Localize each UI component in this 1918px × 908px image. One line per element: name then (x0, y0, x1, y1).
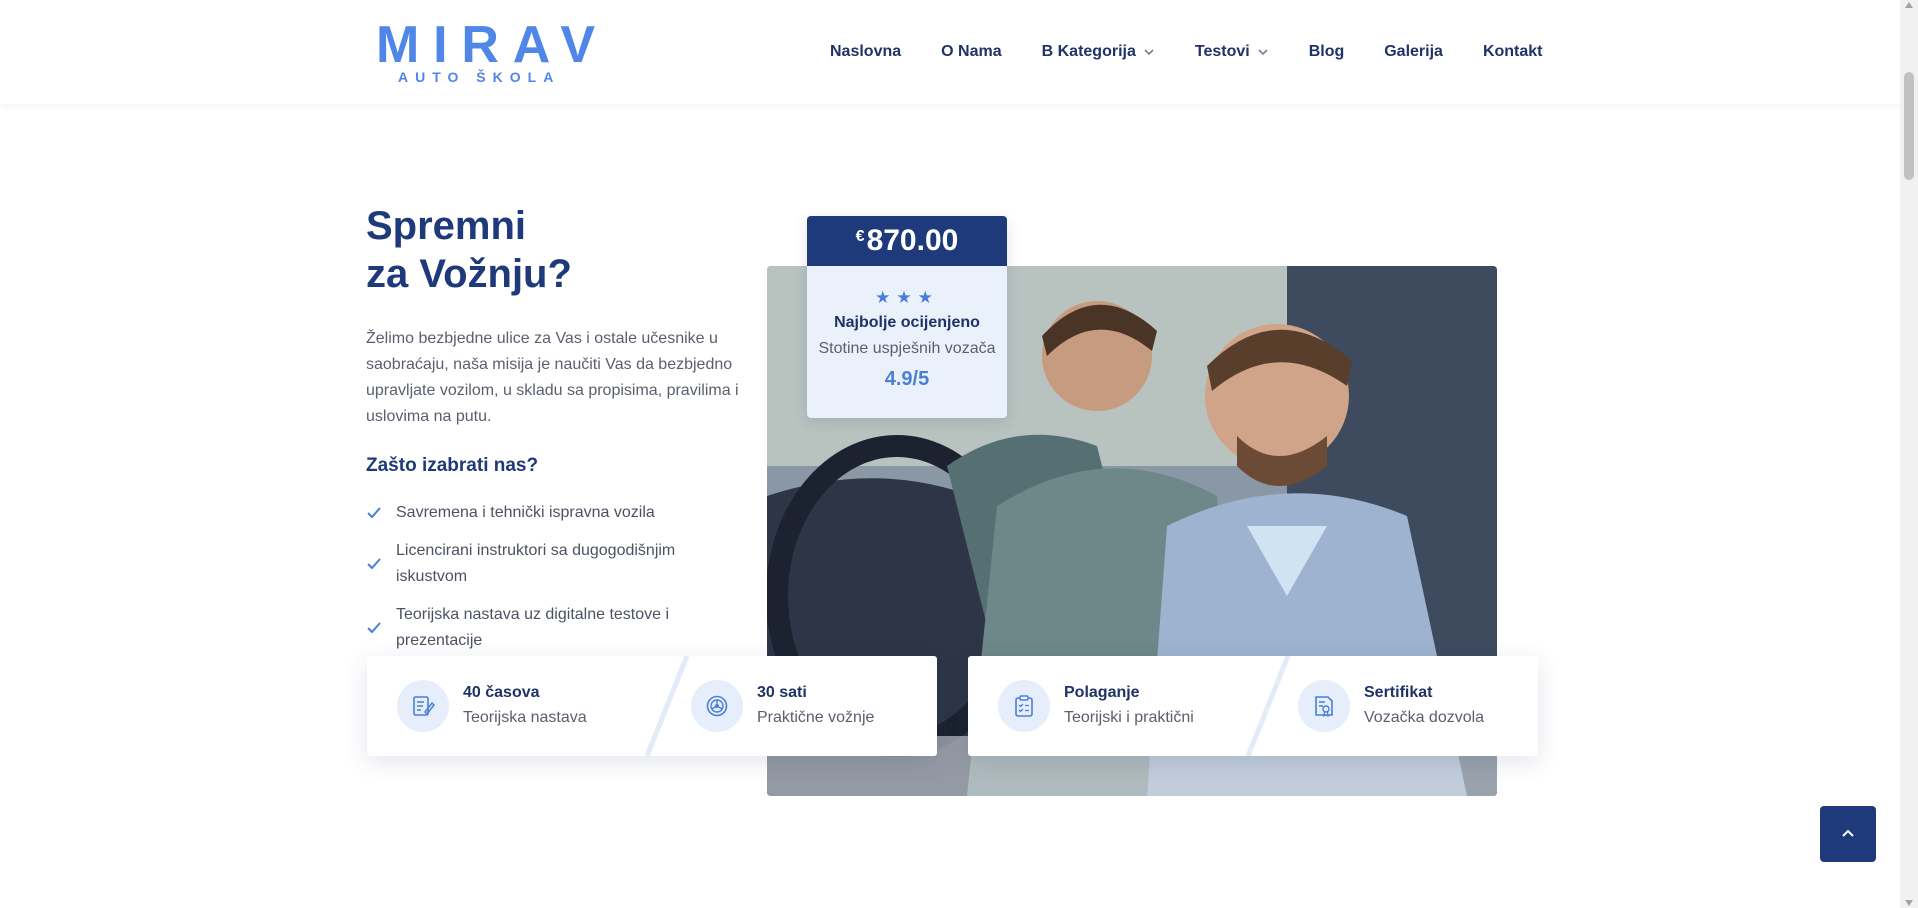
why-us-heading: Zašto izabrati nas? (366, 455, 539, 476)
nav-item-naslovna[interactable]: Naslovna (830, 43, 901, 61)
nav-item-galerija[interactable]: Galerija (1384, 43, 1443, 61)
check-icon (367, 622, 381, 634)
currency-symbol: € (855, 228, 865, 245)
nav-item-label: Galerija (1384, 43, 1443, 60)
main-nav: Naslovna O Nama B Kategorija Testovi Blo… (830, 0, 1583, 104)
mirav-logo[interactable]: MIRAV AUTO ŠKOLA (376, 18, 596, 86)
title-line-1: Spremni (366, 204, 527, 248)
list-item: Teorijska nastava uz digitalne testove i… (366, 602, 726, 654)
stat-title: 30 sati (757, 684, 807, 701)
list-item: Licencirani instruktori sa dugogodišnjim… (366, 538, 726, 590)
scroll-down-arrow-icon[interactable] (1905, 900, 1913, 906)
price-card: € 870.00 ★★★ Najbolje ocijenjeno Stotine… (807, 216, 1007, 418)
rating-score: 4.9/5 (884, 368, 930, 390)
feature-text: Licencirani instruktori sa dugogodišnjim… (396, 542, 676, 585)
price-amount: 870.00 (866, 224, 959, 257)
nav-item-b-kategorija[interactable]: B Kategorija (1042, 43, 1155, 61)
nav-item-testovi[interactable]: Testovi (1195, 43, 1269, 61)
svg-text:MIRAV: MIRAV (376, 18, 595, 74)
svg-text:AUTO ŠKOLA: AUTO ŠKOLA (398, 68, 560, 85)
star-icon: ★ (917, 288, 939, 307)
stat-subtitle: Teorijski i praktični (1064, 709, 1194, 726)
stat-title: Sertifikat (1364, 684, 1433, 701)
scrollbar-thumb[interactable] (1904, 72, 1914, 180)
chevron-down-icon (1258, 49, 1268, 56)
stat-subtitle: Vozačka dozvola (1364, 709, 1485, 726)
clipboard-check-icon (998, 680, 1050, 732)
stats-card: 40 časova Teorijska nastava 30 sati Prak… (367, 656, 937, 756)
check-icon (367, 507, 381, 519)
chevron-up-icon (1842, 829, 1854, 837)
stats-card: Polaganje Teorijski i praktični Sertifik… (968, 656, 1538, 756)
stat-item: 40 časova Teorijska nastava (397, 656, 587, 756)
nav-item-label: Kontakt (1482, 43, 1543, 60)
rating-subtitle: Stotine uspješnih vozača (818, 340, 996, 357)
nav-item-o-nama[interactable]: O Nama (941, 43, 1001, 61)
features-list: Savremena i tehnički ispravna vozila Lic… (366, 500, 726, 666)
stat-subtitle: Praktične vožnje (757, 709, 875, 726)
star-icon: ★ (896, 288, 918, 307)
stat-title: Polaganje (1064, 684, 1140, 701)
nav-item-kontakt[interactable]: Kontakt (1483, 43, 1543, 61)
nav-item-label: Blog (1308, 43, 1345, 60)
price-header: € 870.00 (807, 216, 1007, 266)
nav-item-label: Naslovna (830, 43, 902, 60)
nav-item-label: O Nama (941, 43, 1002, 60)
certificate-icon (1298, 680, 1350, 732)
rating-title: Najbolje ocijenjeno (834, 314, 980, 331)
nav-item-label: Testovi (1194, 43, 1250, 60)
chevron-down-icon (1144, 49, 1154, 56)
feature-text: Savremena i tehnički ispravna vozila (396, 504, 655, 521)
scroll-up-arrow-icon[interactable] (1905, 2, 1913, 8)
nav-item-label: B Kategorija (1041, 43, 1136, 60)
stat-item: Polaganje Teorijski i praktični (998, 656, 1194, 756)
steering-wheel-icon (691, 680, 743, 732)
nav-item-blog[interactable]: Blog (1309, 43, 1345, 61)
title-line-2: za Vožnju? (366, 252, 572, 296)
check-icon (367, 558, 381, 570)
list-item: Savremena i tehnički ispravna vozila (366, 500, 726, 526)
stat-item: Sertifikat Vozačka dozvola (1298, 656, 1484, 756)
star-icon: ★ (875, 288, 897, 307)
feature-text: Teorijska nastava uz digitalne testove i… (396, 606, 670, 649)
page-title: Spremni za Vožnju? (366, 202, 572, 298)
back-to-top-button[interactable] (1820, 806, 1876, 862)
intro-paragraph: Želimo bezbjedne ulice za Vas i ostale u… (366, 330, 739, 425)
stat-subtitle: Teorijska nastava (463, 709, 587, 726)
stat-item: 30 sati Praktične vožnje (691, 656, 874, 756)
stat-title: 40 časova (463, 684, 540, 701)
page-scrollbar[interactable] (1900, 0, 1918, 908)
rating-stars: ★★★ (807, 288, 1007, 308)
site-header: MIRAV AUTO ŠKOLA Naslovna O Nama B Kateg… (0, 0, 1900, 104)
notebook-pen-icon (397, 680, 449, 732)
